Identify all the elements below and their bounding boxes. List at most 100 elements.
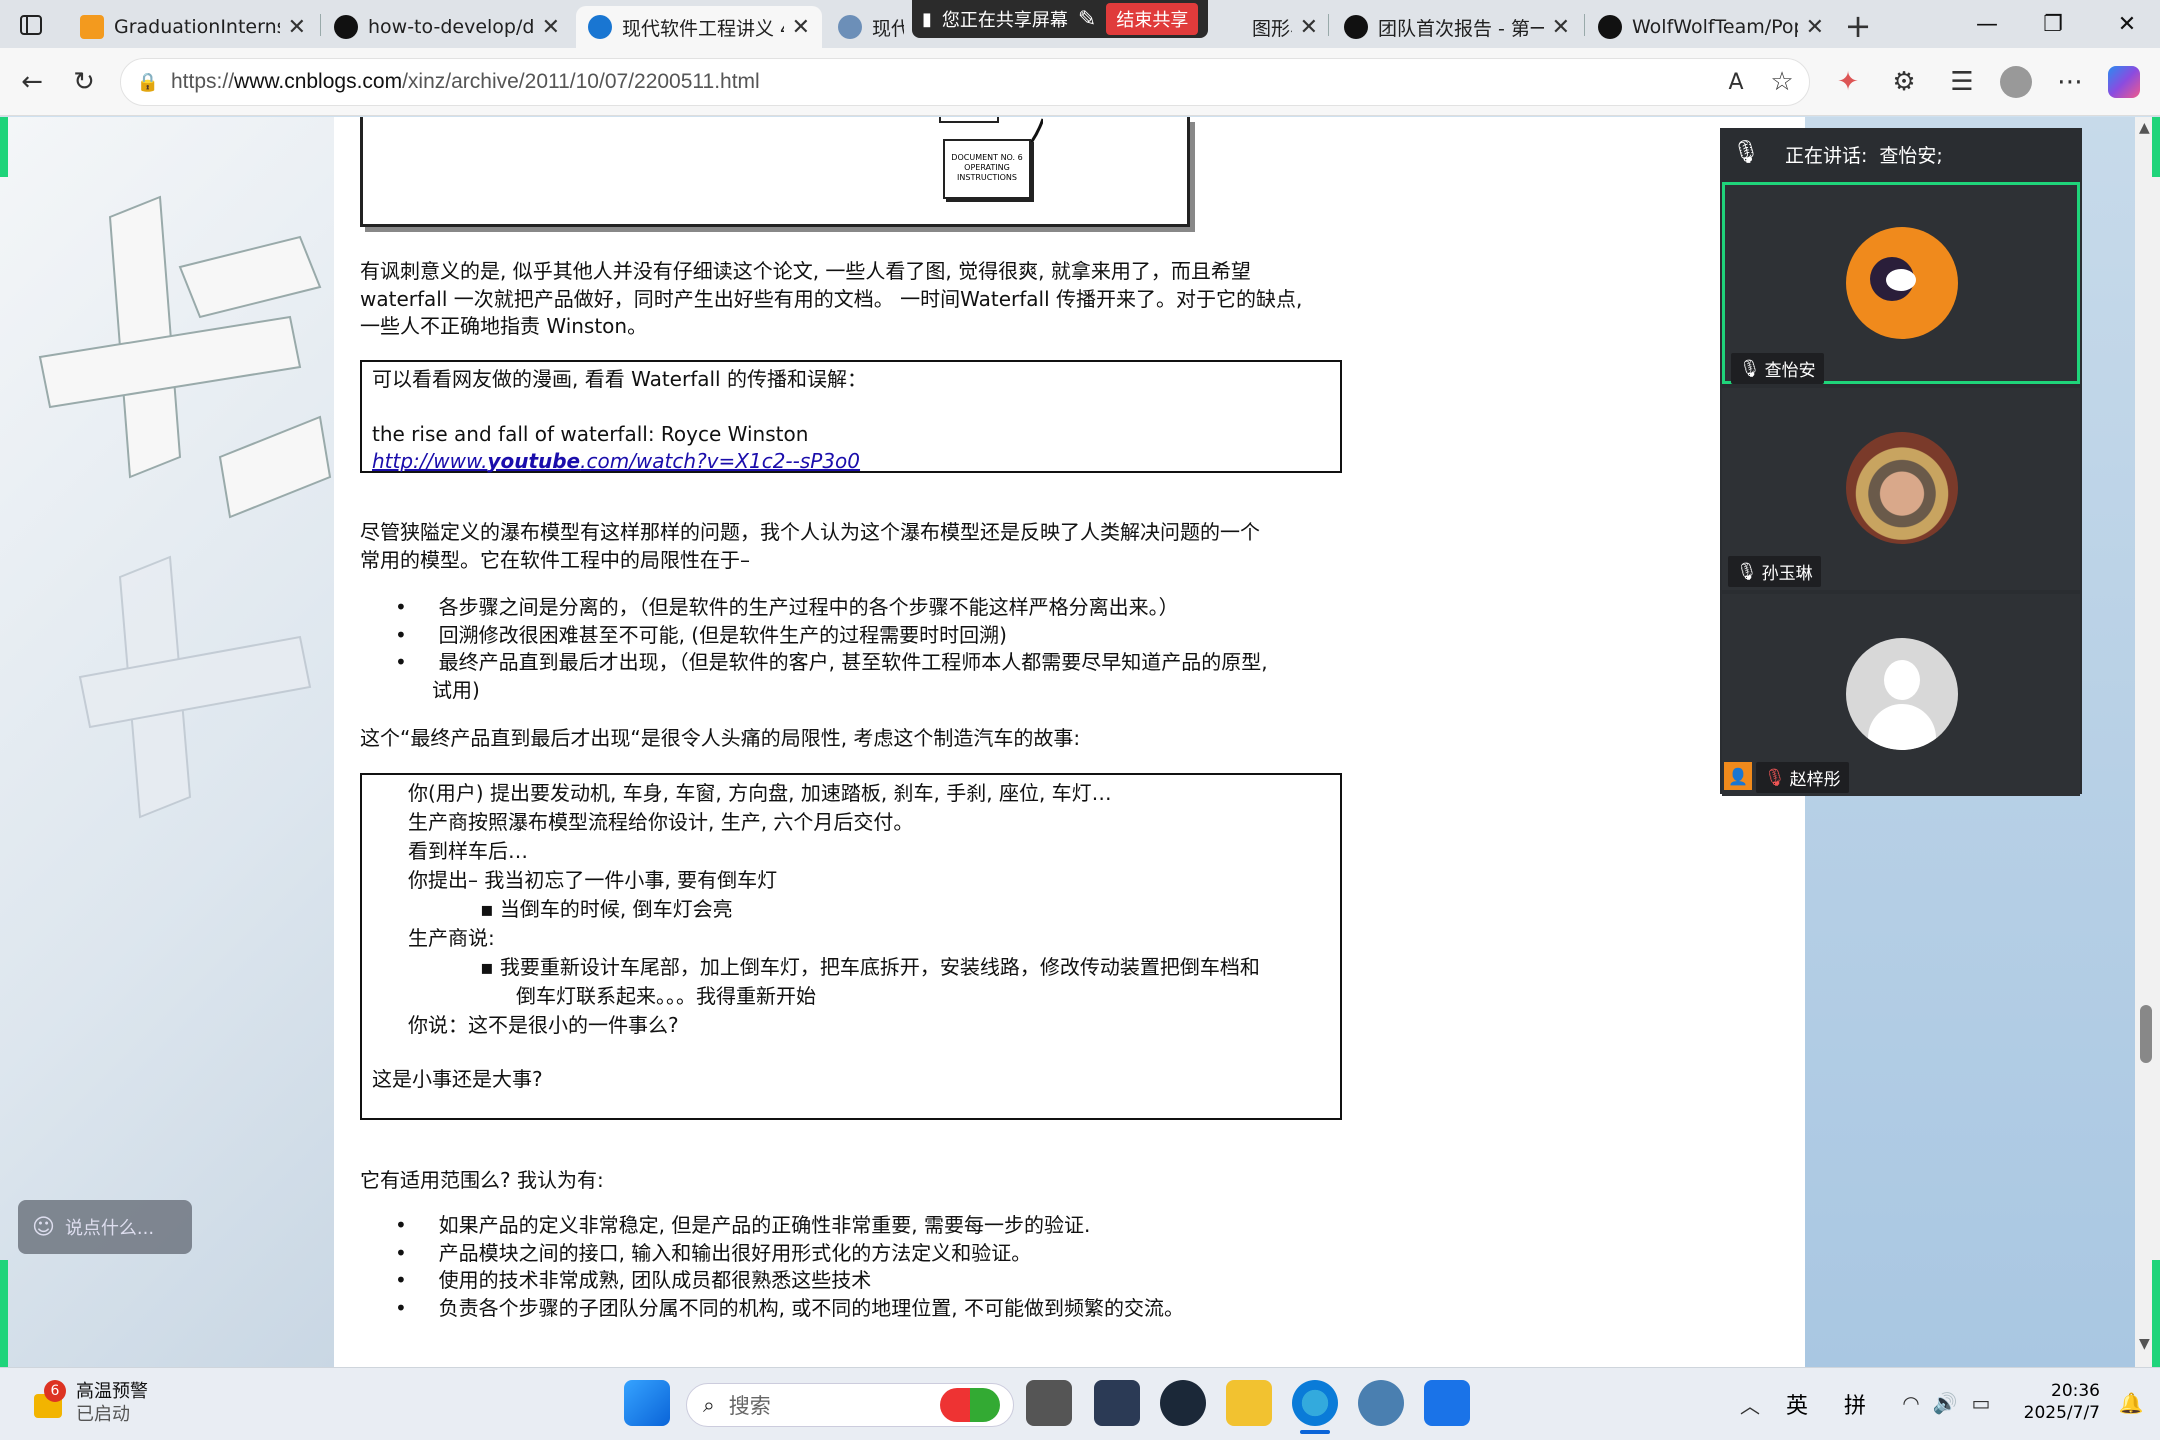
close-icon[interactable]: ✕ — [1806, 15, 1824, 40]
tab-1[interactable]: how-to-develop/do ✕ — [322, 6, 572, 48]
tab-2[interactable]: 现代软件工程讲义 4 ✕ — [576, 6, 822, 48]
smiley-icon: ☺ — [32, 1214, 55, 1240]
notification-bell-icon[interactable]: 🔔 — [2116, 1388, 2146, 1418]
comic-link-box: 可以看看网友做的漫画, 看看 Waterfall 的传播和误解： the ris… — [360, 360, 1342, 473]
tab-actions-icon[interactable] — [14, 10, 48, 40]
new-tab-icon[interactable]: + — [1838, 6, 1878, 46]
paragraph-limitations: 尽管狭隘定义的瀑布模型有这样那样的问题，我个人认为这个瀑布模型还是反映了人类解决… — [360, 520, 1260, 572]
scope-list: • 如果产品的定义非常稳定, 但是产品的正确性非常重要, 需要每一步的验证. •… — [395, 1212, 1395, 1322]
start-icon[interactable] — [624, 1380, 670, 1426]
avatar — [1846, 638, 1958, 750]
avatar — [1846, 227, 1958, 339]
wifi-icon[interactable]: ◠ — [1896, 1388, 1926, 1418]
mic-icon: 🎙 — [1736, 561, 1758, 582]
paragraph-car-story: 这个“最终产品直到最后才出现“是很令人头痛的局限性, 考虑这个制造汽车的故事: — [360, 726, 1081, 750]
tab-0[interactable]: GraduationInternshi✕ — [68, 6, 318, 48]
participant-name-0: 🎙 查怡安 — [1731, 353, 1824, 384]
list-item: • 回溯修改很困难甚至不可能, (但是软件生产的过程需要时时回溯) — [395, 622, 1007, 647]
back-icon[interactable]: ← — [10, 60, 54, 104]
mic-icon: 🎙 — [1739, 358, 1761, 379]
weather-alert[interactable]: 高温预警 已启动 — [76, 1380, 148, 1426]
close-icon[interactable]: ✕ — [1300, 15, 1318, 40]
stop-share-button[interactable]: 结束共享 — [1106, 3, 1199, 35]
signal-icon: ▮ — [922, 8, 932, 30]
tencent-meeting-icon[interactable] — [1424, 1380, 1470, 1426]
volume-icon[interactable]: 🔊 — [1930, 1388, 1960, 1418]
github-icon — [1598, 15, 1622, 39]
list-item: • 各步骤之间是分离的，（但是软件的生产过程中的各个步骤不能这样严格分离出来。） — [395, 595, 1179, 619]
restore-icon[interactable]: ❐ — [2020, 0, 2086, 48]
list-item: • 如果产品的定义非常稳定, 但是产品的正确性非常重要, 需要每一步的验证. — [395, 1213, 1091, 1237]
copilot-icon[interactable] — [2108, 66, 2140, 98]
favorite-star-icon[interactable]: ☆ — [1764, 62, 1800, 102]
chat-input[interactable]: ☺ 说点什么... — [18, 1200, 192, 1254]
youtube-link[interactable]: http://www.youtube.com/watch?v=X1c2--sP3… — [372, 449, 860, 473]
refresh-icon[interactable]: ↻ — [62, 60, 106, 104]
speaking-indicator: 正在讲话: 查怡安; — [1785, 145, 1943, 167]
cnblogs-icon — [588, 15, 612, 39]
waterfall-figure: DOCUMENT NO. 6 OPERATING INSTRUCTIONS — [360, 117, 1190, 227]
scrollbar[interactable] — [2135, 117, 2160, 1367]
extensions-puzzle-icon[interactable]: ⚙ — [1884, 62, 1924, 102]
microphone-icon: 🎙 — [1732, 140, 1760, 165]
minimize-icon[interactable]: — — [1954, 0, 2020, 48]
car-story-box: 你(用户) 提出要发动机, 车身, 车窗, 方向盘, 加速踏板, 刹车, 手刹,… — [360, 773, 1342, 1120]
participant-name-1: 🎙 孙玉琳 — [1728, 556, 1821, 587]
list-item: • 使用的技术非常成熟, 团队成员都很熟悉这些技术 — [395, 1268, 872, 1292]
paragraph-scope: 它有适用范围么? 我认为有: — [360, 1168, 604, 1192]
weather-alert-icon[interactable]: 6 — [30, 1380, 70, 1420]
extension-icon[interactable]: ✦ — [1828, 62, 1868, 102]
scroll-down-icon[interactable]: ▼ — [2139, 1336, 2150, 1352]
tab-5[interactable]: 团队首次报告 - 第一 ✕ — [1332, 6, 1582, 48]
more-icon[interactable]: ⋯ — [2050, 62, 2090, 102]
mic-muted-icon: 🎙 — [1764, 767, 1786, 788]
cnblogs-icon — [838, 15, 862, 39]
tab-3[interactable]: 现代 — [826, 6, 916, 48]
watermelon-icon — [940, 1388, 1000, 1422]
list-item: • 负责各个步骤的子团队分属不同的机构, 或不同的地理位置, 不可能做到频繁的交… — [395, 1295, 1185, 1320]
github-icon — [1344, 15, 1368, 39]
task-view-icon[interactable] — [1026, 1380, 1072, 1426]
list-item: • 最终产品直到最后才出现，（但是软件的客户, 甚至软件工程师本人都需要尽早知道… — [395, 650, 1268, 674]
steam-icon[interactable] — [1160, 1380, 1206, 1426]
close-icon[interactable]: ✕ — [542, 15, 560, 40]
favorites-icon[interactable]: ☰ — [1942, 62, 1982, 102]
tab-favicon-icon — [80, 15, 104, 39]
close-icon[interactable]: ✕ — [792, 15, 810, 40]
close-icon[interactable]: ✕ — [288, 15, 306, 40]
tab-4[interactable]: 图形界✕ — [1240, 6, 1330, 48]
site-info-icon[interactable]: 🔒 — [134, 68, 162, 96]
paragraph-irony: 有讽刺意义的是, 似乎其他人并没有仔细读这个论文, 一些人看了图, 觉得很爽, … — [360, 259, 1303, 338]
list-item: • 产品模块之间的接口, 输入和输出很好用形式化的方法定义和验证。 — [395, 1240, 1032, 1265]
tab-6[interactable]: WolfWolfTeam/Pop(✕ — [1586, 6, 1836, 48]
globe-icon[interactable] — [1358, 1380, 1404, 1426]
window-close-icon[interactable]: ✕ — [2094, 0, 2160, 48]
screen-share-banner: ▮ 您正在共享屏幕 ✎ 结束共享 — [912, 0, 1209, 38]
clock[interactable]: 20:36 2025/7/7 — [2016, 1380, 2100, 1424]
taskbar — [0, 1367, 2160, 1440]
limitation-list: • 各步骤之间是分离的，（但是软件的生产过程中的各个步骤不能这样严格分离出来。）… — [395, 594, 1395, 704]
page-background-left — [0, 117, 334, 1367]
ime-lang[interactable]: 英 — [1786, 1388, 1808, 1420]
annotate-icon[interactable]: ✎ — [1078, 7, 1096, 32]
participant-tile-2[interactable]: 👤 🎙 赵梓彤 — [1722, 594, 2080, 796]
figure-document-box: DOCUMENT NO. 6 OPERATING INSTRUCTIONS — [943, 139, 1031, 199]
github-icon — [334, 15, 358, 39]
read-aloud-icon[interactable]: A — [1718, 62, 1754, 102]
scrollbar-thumb[interactable] — [2140, 1005, 2152, 1063]
close-icon[interactable]: ✕ — [1552, 15, 1570, 40]
participant-name-2: 🎙 赵梓彤 — [1756, 762, 1849, 793]
avatar — [1846, 432, 1958, 544]
battery-icon[interactable]: ▭ — [1966, 1388, 1996, 1418]
profile-avatar[interactable] — [2000, 66, 2032, 98]
app-cat-icon[interactable] — [1094, 1380, 1140, 1426]
address-bar[interactable]: https://www.cnblogs.com/xinz/archive/201… — [120, 58, 1810, 106]
host-icon: 👤 — [1724, 762, 1752, 790]
edge-icon[interactable] — [1292, 1380, 1338, 1426]
chevron-up-icon[interactable]: ︿ — [1732, 1386, 1768, 1422]
participant-tile-0[interactable]: 🎙 查怡安 — [1722, 182, 2080, 384]
participant-tile-1[interactable]: 🎙 孙玉琳 — [1722, 388, 2080, 590]
file-explorer-icon[interactable] — [1226, 1380, 1272, 1426]
scroll-up-icon[interactable]: ▲ — [2139, 120, 2150, 136]
ime-mode[interactable]: 拼 — [1844, 1388, 1866, 1420]
